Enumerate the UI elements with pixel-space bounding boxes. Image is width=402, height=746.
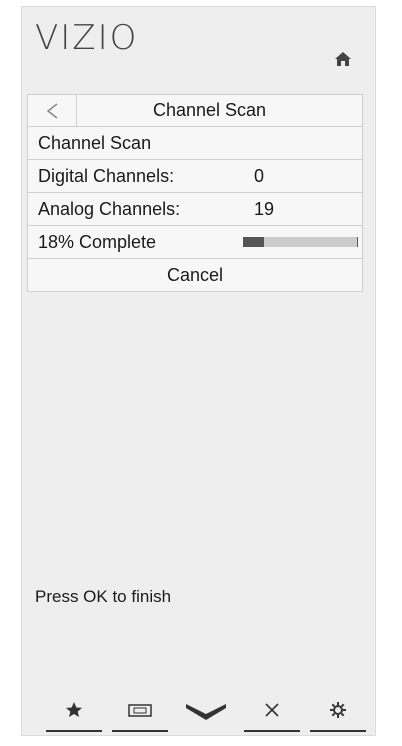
row-label: Analog Channels: xyxy=(38,198,181,219)
back-arrow-icon xyxy=(46,102,58,119)
row-label: Channel Scan xyxy=(38,132,152,153)
menu-title: Channel Scan xyxy=(152,100,267,120)
menu-header: Channel Scan xyxy=(27,94,363,127)
wide-button[interactable] xyxy=(112,700,168,732)
home-icon[interactable] xyxy=(334,50,352,68)
menu-row-digital-channels: Digital Channels: 0 xyxy=(27,160,363,193)
menu-row-progress: 18% Complete xyxy=(27,226,363,259)
settings-button[interactable] xyxy=(310,700,366,732)
menu-row-channel-scan: Channel Scan xyxy=(27,127,363,160)
status-message: Press OK to finish xyxy=(35,587,172,606)
progress-label: 18% Complete xyxy=(38,231,157,252)
settings-gear-icon xyxy=(330,702,346,718)
favorites-button[interactable] xyxy=(46,700,102,732)
channel-scan-menu: Channel Scan Channel Scan Digital Channe… xyxy=(27,94,363,292)
input-chevron-icon xyxy=(186,704,226,720)
wide-icon xyxy=(128,704,152,717)
bottom-toolbar xyxy=(46,700,366,732)
progress-end-mark xyxy=(357,237,358,247)
digital-channels-count: 0 xyxy=(254,165,265,186)
cancel-label: Cancel xyxy=(166,264,224,285)
menu-row-analog-channels: Analog Channels: 19 xyxy=(27,193,363,226)
back-button[interactable] xyxy=(28,95,77,126)
progress-fill xyxy=(243,237,264,247)
close-icon xyxy=(265,703,279,717)
vizio-logo: VIZIO xyxy=(35,18,139,58)
input-button[interactable] xyxy=(178,700,234,730)
star-icon xyxy=(66,702,82,717)
cancel-button[interactable]: Cancel xyxy=(27,259,363,292)
row-label: Digital Channels: xyxy=(38,165,175,186)
close-menu-button[interactable] xyxy=(244,700,300,732)
scan-progress-bar xyxy=(243,237,358,247)
analog-channels-count: 19 xyxy=(254,198,275,219)
